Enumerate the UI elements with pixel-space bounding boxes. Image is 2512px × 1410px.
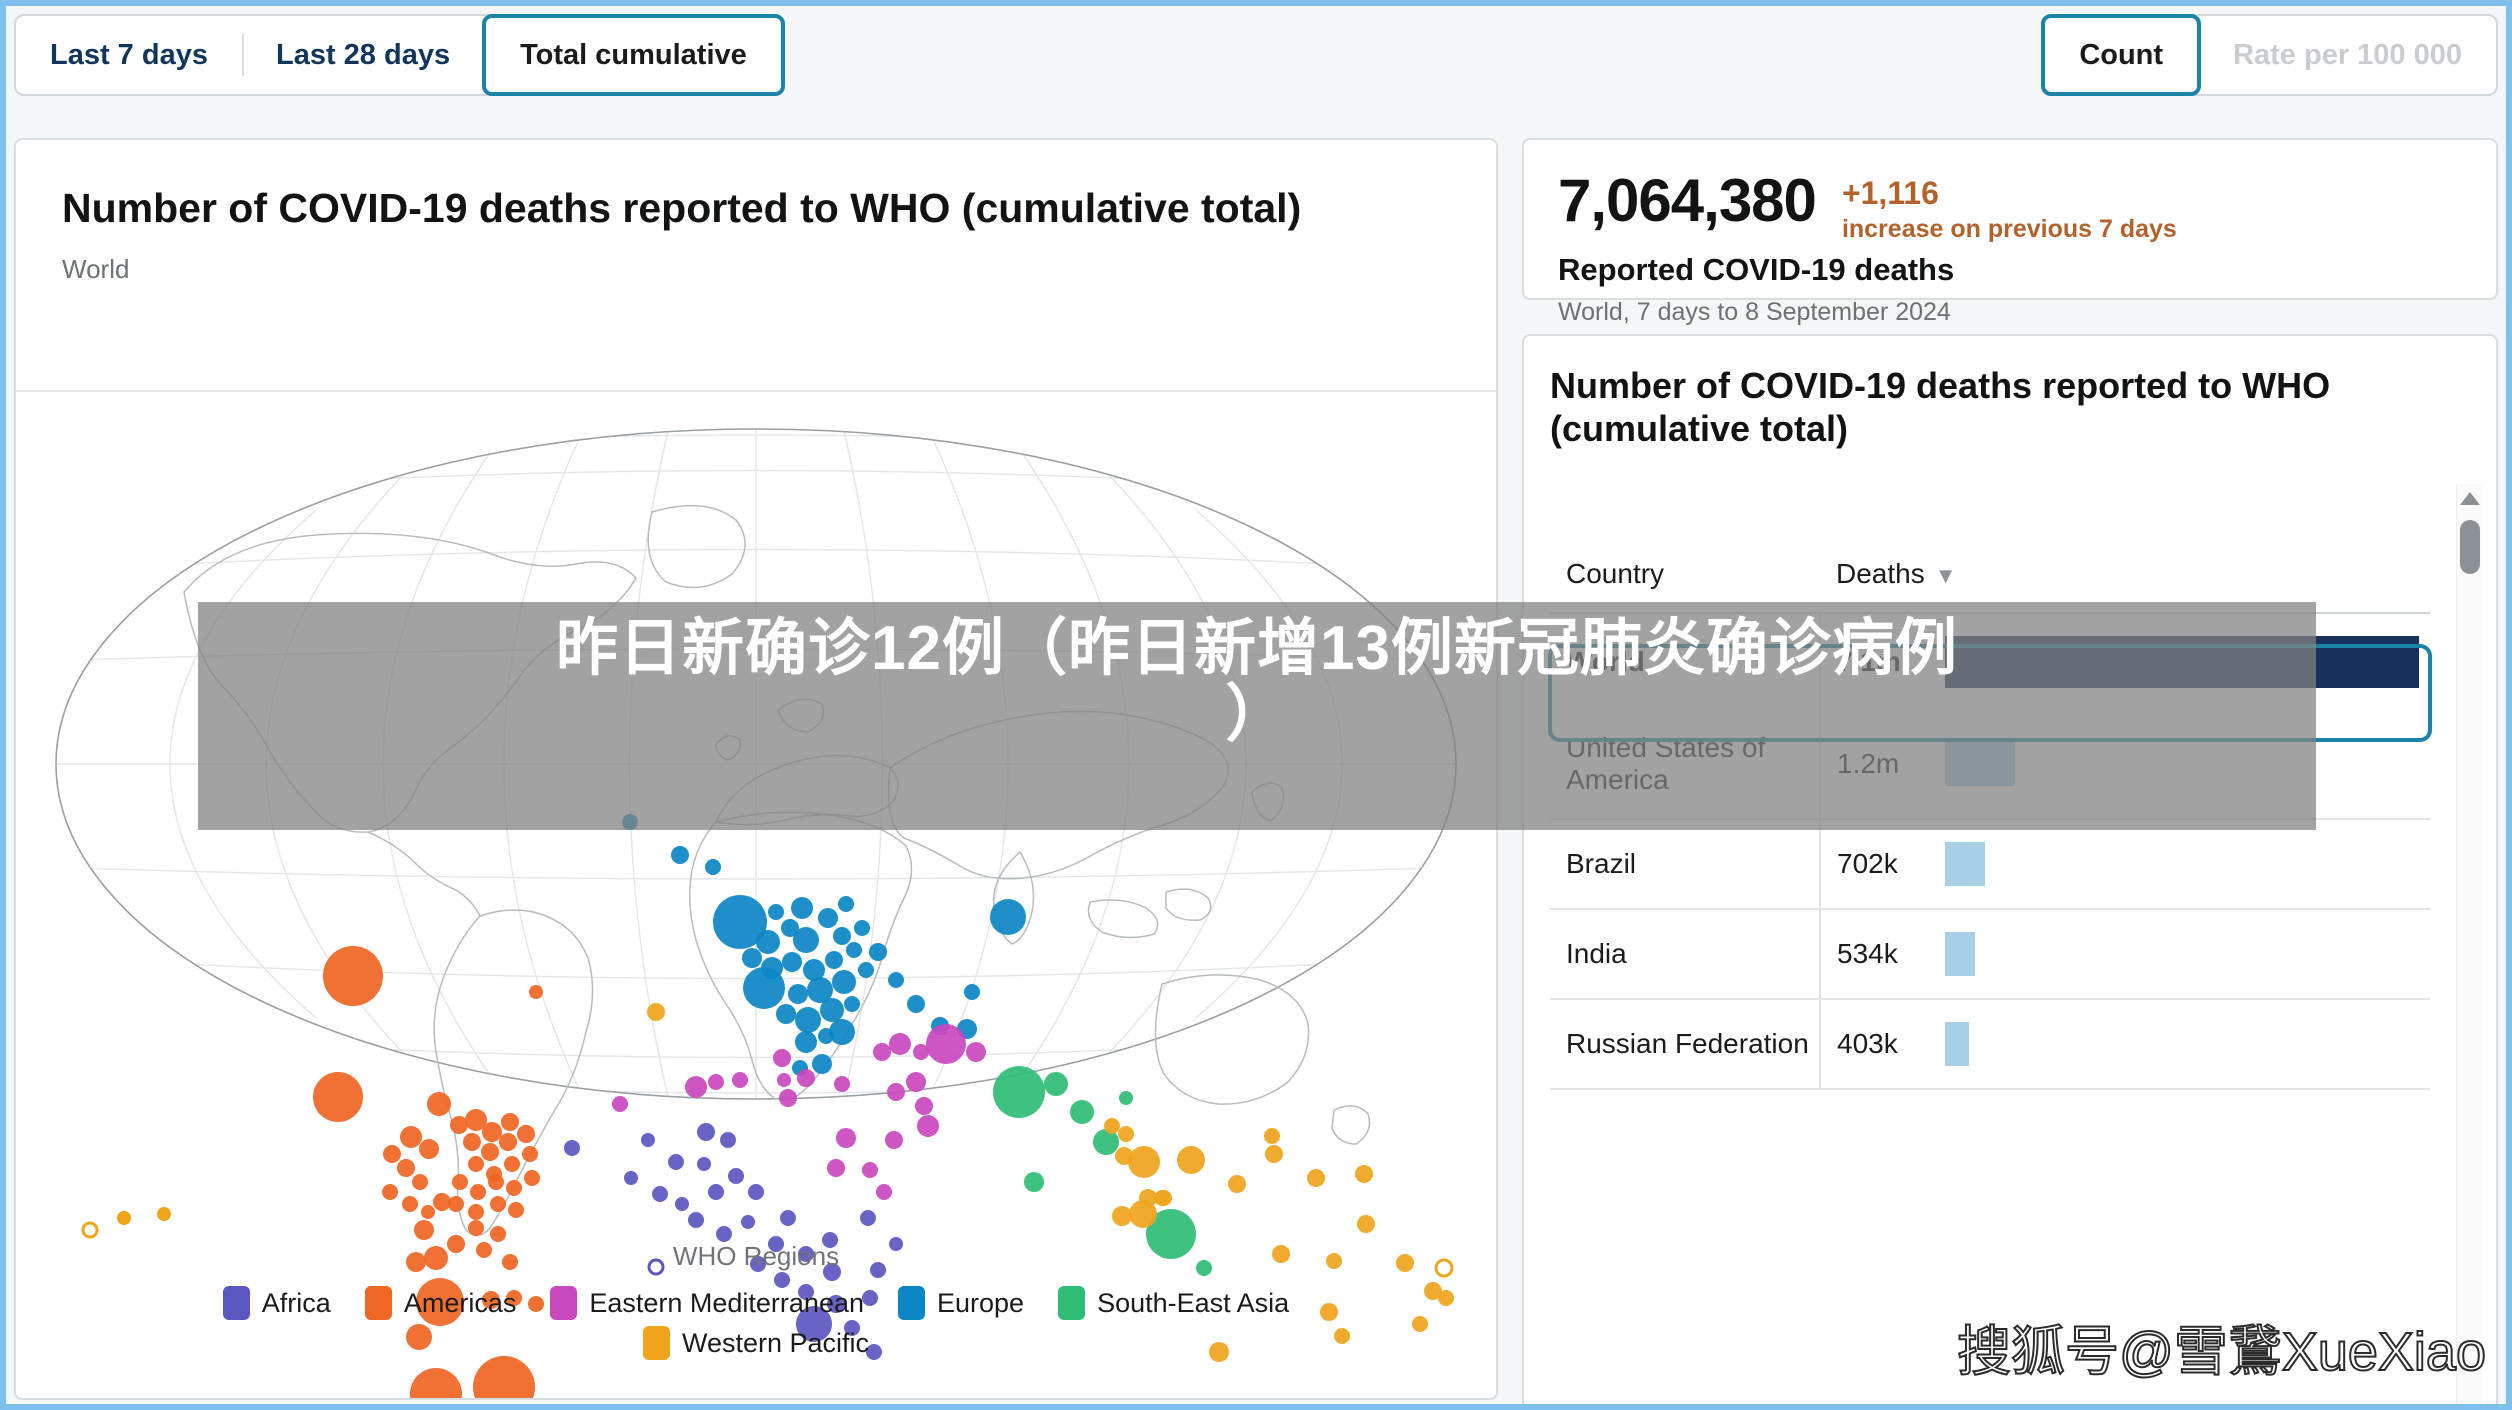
country-table-card: Number of COVID-19 deaths reported to WH… [1522, 334, 2498, 1404]
column-header-deaths-label: Deaths [1836, 558, 1925, 590]
legend-swatch-icon [1058, 1286, 1086, 1320]
cell-deaths: 702k [1820, 819, 2430, 911]
map-legend: WHO Regions Africa Americas Eastern Medi… [16, 1241, 1496, 1360]
tab-total-cumulative[interactable]: Total cumulative [482, 14, 785, 96]
table-row[interactable]: Russian Federation 403k [1550, 999, 2430, 1091]
legend-label: Americas [403, 1287, 517, 1318]
legend-swatch-icon [642, 1326, 670, 1360]
cell-country: Brazil [1550, 819, 1821, 911]
cell-deaths-value: 534k [1837, 938, 1898, 970]
legend-item-africa[interactable]: Africa [222, 1286, 331, 1320]
cell-deaths-bar [1945, 932, 1975, 977]
legend-title: WHO Regions [672, 1241, 840, 1271]
legend-swatch-icon [898, 1286, 925, 1320]
map-card: Number of COVID-19 deaths reported to WH… [14, 138, 1498, 1400]
legend-row-2: Western Pacific [16, 1326, 1496, 1360]
table-row[interactable]: Brazil 702k [1550, 819, 2430, 911]
tab-count[interactable]: Count [2041, 14, 2202, 96]
right-column: 7,064,380 +1,116 increase on previous 7 … [1522, 138, 2498, 1404]
legend-label: Africa [261, 1287, 331, 1318]
measure-toggle-group: Count Rate per 100 000 [2041, 14, 2498, 96]
tab-last-28-days[interactable]: Last 28 days [241, 16, 484, 94]
table-row[interactable]: India 534k [1550, 909, 2430, 1001]
legend-item-europe[interactable]: Europe [898, 1286, 1024, 1320]
column-header-deaths[interactable]: Deaths ▼ [1820, 550, 2430, 615]
map-subtitle: World [62, 254, 130, 285]
stat-top-row: 7,064,380 +1,116 increase on previous 7 … [1558, 166, 2462, 244]
map-card-header: Number of COVID-19 deaths reported to WH… [16, 140, 1496, 392]
stat-meta: World, 7 days to 8 September 2024 [1558, 298, 1951, 327]
table-title: Number of COVID-19 deaths reported to WH… [1550, 365, 2331, 450]
stat-label: Reported COVID-19 deaths [1558, 252, 1955, 288]
legend-item-eastern-mediterranean[interactable]: Eastern Mediterranean [550, 1286, 864, 1320]
cell-deaths-value: 7.1m [1837, 646, 1901, 678]
cell-country: United States of America [1550, 710, 1821, 821]
legend-label: Western Pacific [681, 1327, 870, 1358]
cell-deaths-bar [1945, 742, 2015, 787]
cell-deaths-value: 1.2m [1837, 748, 1900, 780]
cell-country: India [1550, 909, 1821, 1001]
table-scroll-area: Country Deaths ▼ World 7.1m United State… [1548, 550, 2470, 1091]
cell-deaths: 534k [1820, 909, 2430, 1001]
cell-deaths-bar [1945, 842, 1985, 887]
cell-deaths: 403k [1820, 999, 2430, 1091]
country-deaths-table: Country Deaths ▼ World 7.1m United State… [1550, 550, 2430, 1091]
stat-delta-value: +1,116 [1841, 175, 1939, 211]
world-bubble-map[interactable]: WHO Regions Africa Americas Eastern Medi… [16, 392, 1496, 1398]
cell-deaths-bar [1945, 1022, 1969, 1067]
cell-deaths-value: 403k [1837, 1028, 1898, 1060]
table-row[interactable]: United States of America 1.2m [1550, 710, 2430, 821]
period-toggle-group: Last 7 days Last 28 days Total cumulativ… [14, 14, 785, 96]
legend-swatch-icon [550, 1286, 578, 1320]
cell-deaths: 1.2m [1820, 710, 2430, 821]
stat-delta-caption: increase on previous 7 days [1841, 215, 2177, 244]
legend-item-americas[interactable]: Americas [364, 1286, 517, 1320]
tab-rate-per-100000[interactable]: Rate per 100 000 [2199, 16, 2496, 94]
summary-stat-card: 7,064,380 +1,116 increase on previous 7 … [1522, 138, 2498, 326]
stat-value: 7,064,380 [1558, 167, 1817, 234]
legend-row-1: Africa Americas Eastern Mediterranean Eu… [16, 1286, 1496, 1320]
legend-label: South-East Asia [1097, 1287, 1290, 1318]
legend-item-western-pacific[interactable]: Western Pacific [642, 1326, 870, 1360]
cell-deaths-value: 702k [1837, 848, 1898, 880]
sort-descending-icon[interactable]: ▼ [1935, 563, 1957, 588]
table-row[interactable]: World 7.1m [1550, 613, 2430, 711]
cell-country: World [1550, 613, 1821, 711]
legend-swatch-icon [222, 1286, 250, 1320]
scroll-up-arrow-icon[interactable] [2460, 492, 2480, 505]
legend-label: Europe [937, 1287, 1025, 1318]
legend-swatch-icon [364, 1286, 392, 1320]
toolbar: Last 7 days Last 28 days Total cumulativ… [6, 6, 2506, 124]
page-root: Last 7 days Last 28 days Total cumulativ… [0, 0, 2512, 1410]
column-header-country[interactable]: Country [1550, 550, 1820, 615]
cell-country: Russian Federation [1550, 999, 1821, 1091]
cell-deaths-bar [1945, 636, 2419, 689]
tab-last-7-days[interactable]: Last 7 days [16, 16, 242, 94]
map-title: Number of COVID-19 deaths reported to WH… [62, 185, 1302, 231]
table-header-row: Country Deaths ▼ [1550, 550, 2430, 615]
stat-delta-block: +1,116 increase on previous 7 days [1842, 166, 2177, 244]
cell-deaths: 7.1m [1820, 613, 2430, 710]
legend-label: Eastern Mediterranean [589, 1287, 864, 1318]
legend-item-south-east-asia[interactable]: South-East Asia [1058, 1286, 1289, 1320]
